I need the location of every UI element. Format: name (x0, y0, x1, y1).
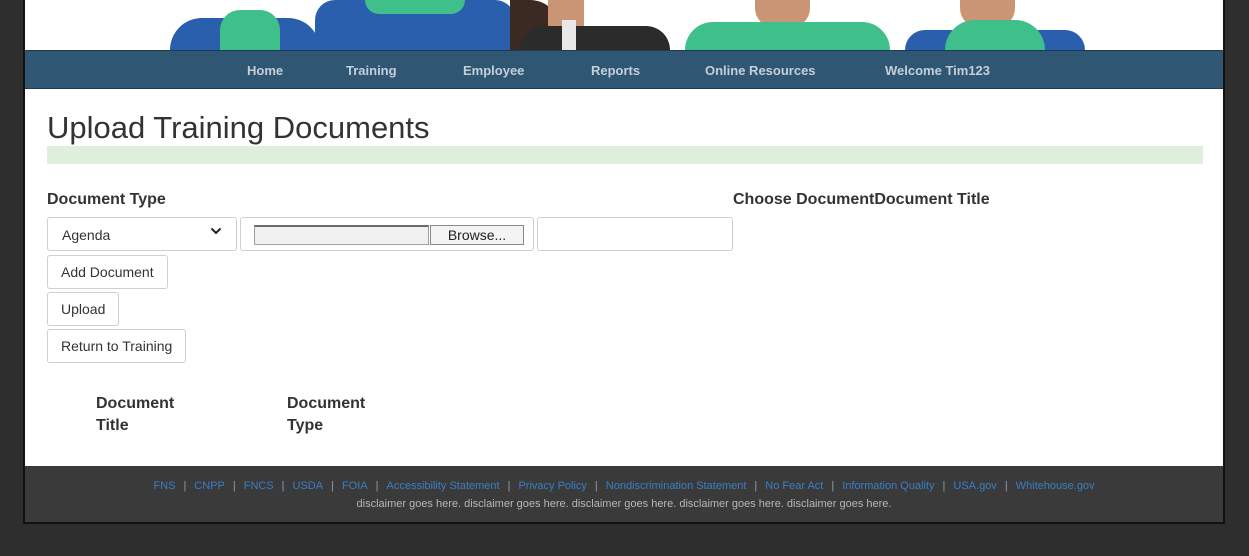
footer-separator: | (507, 480, 511, 492)
nav-item-home[interactable]: Home (247, 63, 283, 78)
document-type-select[interactable]: Agenda (47, 217, 237, 251)
file-path-field[interactable] (254, 225, 429, 245)
banner-person-3 (490, 0, 675, 50)
footer-separator: | (594, 480, 598, 492)
choose-document-label-text: Choose Document (733, 191, 875, 208)
upload-button[interactable]: Upload (47, 292, 120, 326)
footer-link-fncs[interactable]: FNCS (244, 480, 274, 492)
nav-item-online-resources[interactable]: Online Resources (705, 63, 816, 78)
nav-item-reports[interactable]: Reports (591, 63, 640, 78)
title-divider (47, 146, 1203, 164)
document-title-input[interactable] (537, 217, 733, 251)
header-banner-image (25, 0, 1223, 50)
document-title-label: Document Title (874, 191, 990, 208)
footer-separator: | (183, 480, 187, 492)
return-to-training-button[interactable]: Return to Training (47, 329, 187, 363)
footer-link-foia[interactable]: FOIA (342, 480, 368, 492)
footer-link-nondiscrimination-statement[interactable]: Nondiscrimination Statement (606, 480, 747, 492)
footer-link-fns[interactable]: FNS (153, 480, 175, 492)
chevron-down-icon (210, 227, 222, 235)
column-header-document-title: Document Title (96, 395, 175, 434)
choose-document-file-input: Browse... (240, 217, 534, 251)
choose-document-label: Choose DocumentDocument Title (733, 191, 990, 209)
main-navbar: Home Training Employee Reports Online Re… (25, 50, 1223, 89)
nav-item-welcome-user[interactable]: Welcome Tim123 (885, 63, 990, 78)
footer-link-privacy-policy[interactable]: Privacy Policy (518, 480, 586, 492)
footer-link-accessibility-statement[interactable]: Accessibility Statement (386, 480, 499, 492)
banner-person-1 (170, 10, 320, 50)
add-document-button[interactable]: Add Document (47, 255, 168, 289)
banner-person-5 (905, 0, 1085, 50)
footer-separator: | (831, 480, 835, 492)
footer-link-information-quality[interactable]: Information Quality (842, 480, 934, 492)
footer-links: FNS | CNPP | FNCS | USDA | FOIA | Accessibility St… (25, 480, 1223, 492)
nav-item-employee[interactable]: Employee (463, 63, 524, 78)
banner-person-2 (315, 0, 515, 50)
footer-link-usda[interactable]: USDA (293, 480, 324, 492)
footer-link-whitehouse-gov[interactable]: Whitehouse.gov (1016, 480, 1095, 492)
footer-separator: | (375, 480, 379, 492)
nav-item-training[interactable]: Training (346, 63, 397, 78)
footer-separator: | (331, 480, 334, 492)
page-frame: Home Training Employee Reports Online Re… (23, 0, 1225, 524)
footer-separator: | (942, 480, 946, 492)
footer-disclaimer: disclaimer goes here. disclaimer goes he… (356, 498, 892, 510)
document-type-label: Document Type (47, 191, 166, 208)
footer-link-no-fear-act[interactable]: No Fear Act (765, 480, 823, 492)
footer-separator: | (754, 480, 758, 492)
footer-link-cnpp[interactable]: CNPP (194, 480, 225, 492)
footer-separator: | (232, 480, 236, 492)
document-type-selected-value: Agenda (62, 227, 111, 243)
footer-separator: | (281, 480, 285, 492)
site-footer: FNS | CNPP | FNCS | USDA | FOIA | Accessibility St… (25, 466, 1223, 522)
footer-separator: | (1004, 480, 1008, 492)
banner-person-4 (685, 0, 890, 50)
footer-link-usa-gov[interactable]: USA.gov (953, 480, 996, 492)
browse-button[interactable]: Browse... (430, 225, 524, 245)
page-title: Upload Training Documents (47, 110, 430, 145)
column-header-document-type: Document Type (287, 395, 366, 434)
